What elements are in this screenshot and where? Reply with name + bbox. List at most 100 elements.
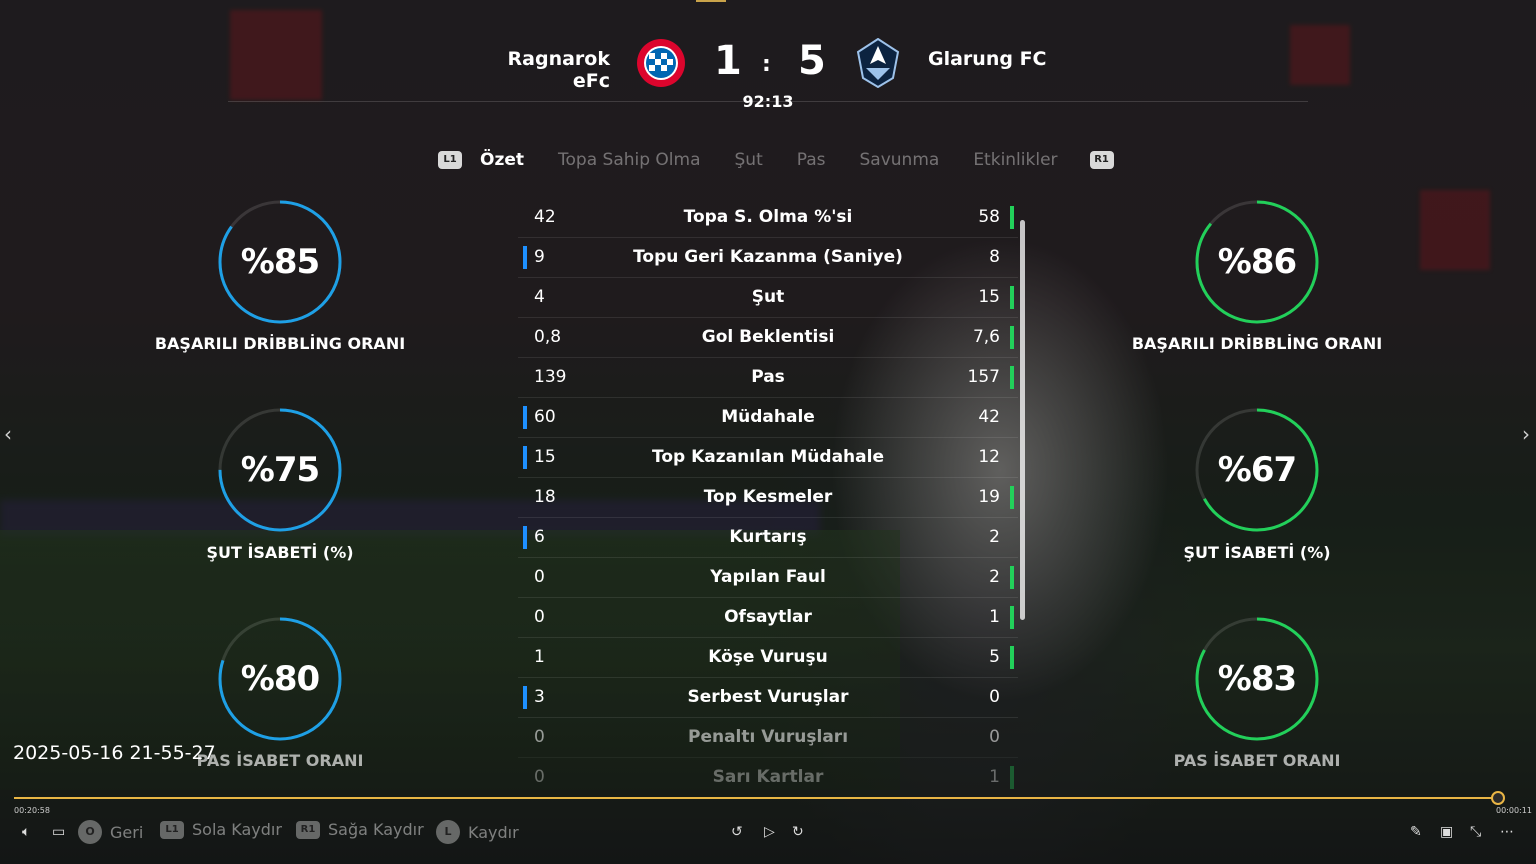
miniplayer-icon[interactable]: ▣: [1440, 824, 1453, 840]
stats-scrollbar[interactable]: [1020, 220, 1025, 620]
stat-row: 4 Şut 15: [518, 278, 1018, 318]
stat-name: Şut: [751, 287, 785, 307]
home-score: 1: [714, 38, 742, 84]
control-sola-kaydir-label: Sola Kaydır: [192, 820, 282, 839]
stat-home-value: 6: [534, 527, 545, 547]
stat-name: Sarı Kartlar: [712, 767, 824, 787]
stat-row: 3 Serbest Vuruşlar 0: [518, 678, 1018, 718]
away-shot-accuracy-gauge: %67: [1195, 408, 1319, 532]
stat-row: 139 Pas 157: [518, 358, 1018, 398]
stat-row: 42 Topa S. Olma %'si 58: [518, 198, 1018, 238]
forward-30-icon[interactable]: ↻: [792, 824, 804, 840]
away-leader-bar: [1010, 286, 1014, 309]
stat-home-value: 42: [534, 207, 556, 227]
home-leader-bar: [523, 246, 527, 269]
time-remaining: 00:00:11: [1496, 806, 1532, 815]
stat-away-value: 42: [978, 407, 1000, 427]
stat-away-value: 157: [967, 367, 1000, 387]
control-geri[interactable]: O Geri: [78, 820, 143, 844]
volume-icon[interactable]: 🔈︎: [22, 824, 30, 840]
control-saga-kaydir[interactable]: R1 Sağa Kaydır: [296, 820, 424, 839]
stat-name: Köşe Vuruşu: [708, 647, 828, 667]
stat-name: Top Kazanılan Müdahale: [652, 447, 884, 467]
away-score: 5: [798, 38, 826, 84]
home-leader-bar: [523, 446, 527, 469]
rewind-10-icon[interactable]: ↺: [731, 824, 743, 840]
stat-name: Topu Geri Kazanma (Saniye): [633, 247, 903, 267]
home-team-name: Ragnarok eFc: [507, 48, 610, 92]
stat-row: 6 Kurtarış 2: [518, 518, 1018, 558]
control-sola-kaydir[interactable]: L1 Sola Kaydır: [160, 820, 282, 839]
stat-away-value: 12: [978, 447, 1000, 467]
stat-away-value: 15: [978, 287, 1000, 307]
capture-timestamp: 2025-05-16 21-55-27: [13, 742, 216, 764]
stat-home-value: 60: [534, 407, 556, 427]
control-geri-label: Geri: [110, 822, 144, 842]
stat-away-value: 8: [989, 247, 1000, 267]
l1-button-icon[interactable]: L1: [438, 151, 462, 169]
away-shot-accuracy-label: ŞUT İSABETİ (%): [1183, 543, 1331, 562]
away-leader-bar: [1010, 366, 1014, 389]
stat-away-value: 0: [989, 687, 1000, 707]
tab-etkinlikler[interactable]: Etkinlikler: [973, 150, 1057, 170]
control-saga-kaydir-label: Sağa Kaydır: [328, 820, 424, 839]
stat-row: 0 Ofsaytlar 1: [518, 598, 1018, 638]
stat-row: 0 Yapılan Faul 2: [518, 558, 1018, 598]
collapse-icon[interactable]: ⤡: [1470, 824, 1481, 840]
away-leader-bar: [1010, 566, 1014, 589]
r1-button-icon[interactable]: R1: [1089, 151, 1114, 169]
stat-name: Ofsaytlar: [724, 607, 812, 627]
tab-savunma[interactable]: Savunma: [860, 150, 940, 170]
next-chevron-icon[interactable]: ›: [1522, 422, 1530, 446]
away-leader-bar: [1010, 606, 1014, 629]
playback-progress-bar[interactable]: [14, 797, 1498, 799]
home-leader-bar: [523, 526, 527, 549]
home-shot-accuracy-label: ŞUT İSABETİ (%): [206, 543, 354, 562]
top-indicator: [696, 0, 726, 2]
stat-home-value: 0: [534, 567, 545, 587]
home-team-crest-icon: [637, 39, 685, 87]
play-icon[interactable]: ▷: [764, 824, 775, 840]
stat-name: Top Kesmeler: [703, 487, 833, 507]
home-shot-accuracy-gauge: %75: [218, 408, 342, 532]
stat-name: Kurtarış: [729, 527, 807, 547]
stat-home-value: 0: [534, 767, 545, 787]
tab-ozet[interactable]: Özet: [480, 150, 524, 170]
match-stats-table[interactable]: 42 Topa S. Olma %'si 58 9 Topu Geri Kazanma …: [518, 198, 1018, 798]
away-leader-bar: [1010, 326, 1014, 349]
stat-name: Penaltı Vuruşları: [687, 727, 849, 747]
stat-row: 18 Top Kesmeler 19: [518, 478, 1018, 518]
stat-home-value: 1: [534, 647, 545, 667]
control-kaydir-label: Kaydır: [468, 822, 519, 842]
more-options-icon[interactable]: ⋯: [1500, 824, 1514, 840]
time-elapsed: 00:20:58: [14, 806, 50, 815]
stat-row: 15 Top Kazanılan Müdahale 12: [518, 438, 1018, 478]
away-leader-bar: [1010, 646, 1014, 669]
stat-name: Topa S. Olma %'si: [683, 207, 853, 227]
stat-row: 60 Müdahale 42: [518, 398, 1018, 438]
away-dribbling-value: %86: [1217, 242, 1297, 282]
subtitles-icon[interactable]: ▭: [52, 824, 65, 840]
stat-name: Pas: [751, 367, 785, 387]
stat-row: 9 Topu Geri Kazanma (Saniye) 8: [518, 238, 1018, 278]
away-leader-bar: [1010, 206, 1014, 229]
away-dribbling-gauge: %86: [1195, 200, 1319, 324]
home-shot-accuracy-value: %75: [240, 450, 320, 490]
previous-chevron-icon[interactable]: ‹: [4, 422, 12, 446]
tab-topa-sahip-olma[interactable]: Topa Sahip Olma: [558, 150, 701, 170]
stat-name: Serbest Vuruşlar: [687, 687, 849, 707]
away-pass-accuracy-value: %83: [1217, 659, 1297, 699]
stat-away-value: 2: [989, 567, 1000, 587]
tab-sut[interactable]: Şut: [735, 150, 763, 170]
control-kaydir[interactable]: L Kaydır: [436, 820, 519, 844]
away-pass-accuracy-gauge: %83: [1195, 617, 1319, 741]
home-leader-bar: [523, 686, 527, 709]
tab-pas[interactable]: Pas: [797, 150, 826, 170]
home-dribbling-gauge: %85: [218, 200, 342, 324]
r1-button-icon: R1: [296, 820, 320, 839]
away-team-crest-icon: [856, 38, 900, 88]
circle-button-icon: O: [78, 820, 102, 844]
edit-icon[interactable]: ✎: [1410, 824, 1422, 840]
home-pass-accuracy-value: %80: [240, 659, 320, 699]
playback-scrubber-handle[interactable]: [1491, 791, 1505, 805]
